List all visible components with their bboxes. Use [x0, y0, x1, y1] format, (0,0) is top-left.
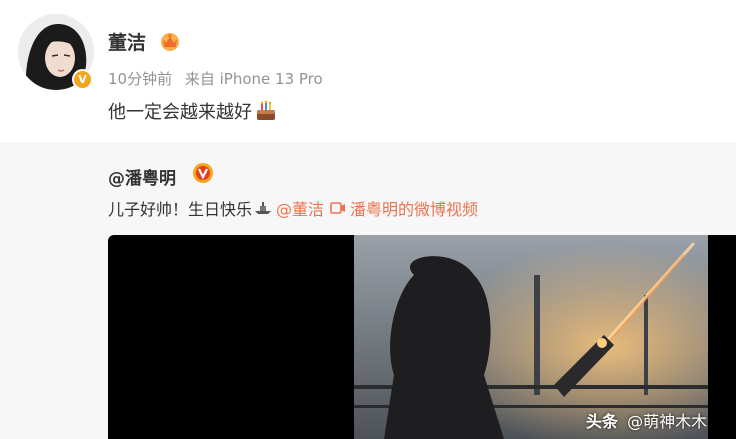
watermark: 头条 @萌神木木 — [586, 408, 707, 432]
repost-card[interactable]: @潘粤明 儿子好帅！生日快乐 @董洁 潘粤明的微博视频 — [0, 142, 736, 439]
boat-icon — [255, 202, 272, 214]
post-meta: 10分钟前 来自 iPhone 13 Pro — [108, 68, 323, 89]
verified-icon — [193, 163, 213, 183]
author-name[interactable]: 董洁 — [108, 28, 146, 55]
video-link-label: 潘粤明的微博视频 — [350, 200, 479, 219]
watermark-handle: @萌神木木 — [627, 412, 708, 431]
mention-link[interactable]: @董洁 — [276, 196, 324, 220]
weibo-post: V 董洁 10分钟前 来自 iPhone 13 Pro 他一定会越来越好 @潘粤… — [0, 0, 736, 439]
video-camera-icon — [330, 202, 346, 214]
watermark-brand: 头条 — [586, 412, 619, 431]
post-source: 来自 iPhone 13 Pro — [184, 70, 323, 88]
verified-badge: V — [72, 69, 93, 90]
video-link[interactable]: 潘粤明的微博视频 — [330, 196, 478, 220]
repost-text: 儿子好帅！生日快乐 @董洁 潘粤明的微博视频 — [108, 196, 478, 220]
post-time[interactable]: 10分钟前 — [108, 70, 172, 88]
repost-author[interactable]: @潘粤明 — [108, 164, 176, 189]
post-text: 他一定会越来越好 — [108, 98, 278, 124]
repost-text-content: 儿子好帅！生日快乐 — [108, 200, 253, 219]
post-text-content: 他一定会越来越好 — [108, 102, 252, 123]
crown-icon — [161, 33, 179, 51]
birthday-cake-icon — [257, 100, 275, 120]
